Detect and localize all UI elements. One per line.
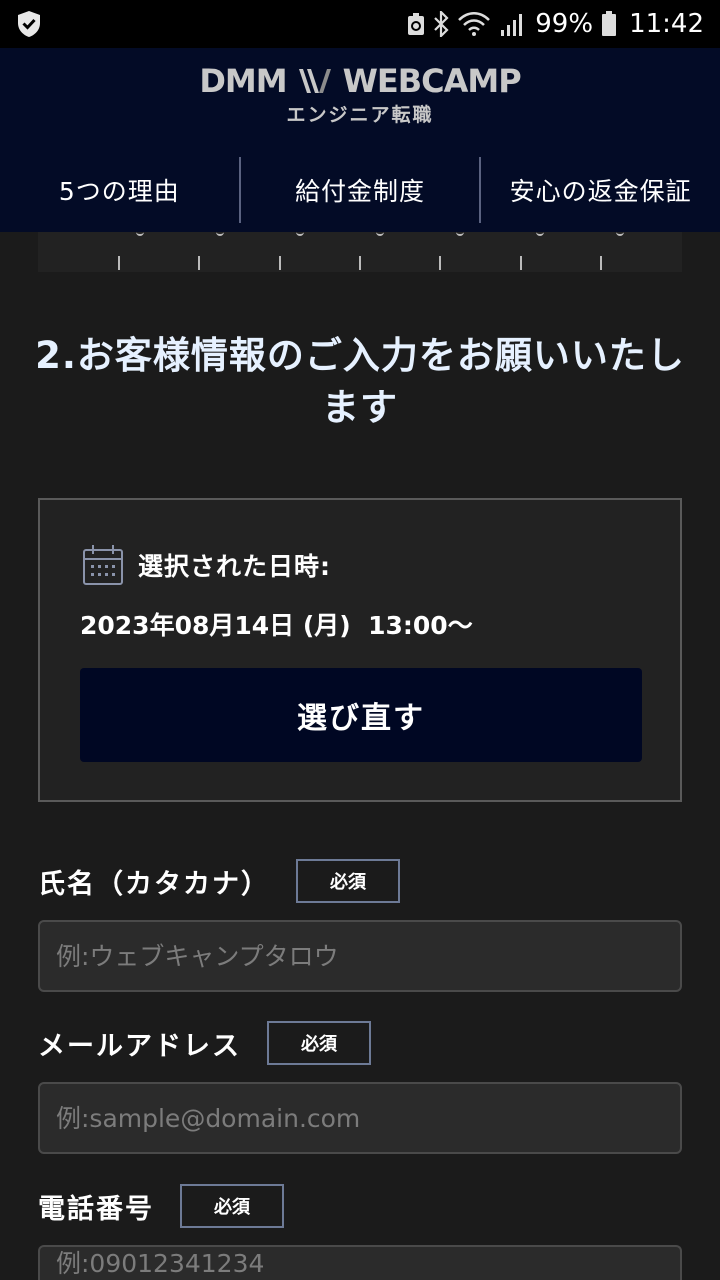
tab-reasons[interactable]: 5つの理由: [0, 157, 239, 223]
status-bar: 99% 11:42: [0, 0, 720, 48]
divider: [198, 256, 200, 270]
selected-datetime-label: 選択された日時:: [138, 552, 331, 581]
battery-icon: [602, 11, 617, 36]
name-field-label-row: 氏名（カタカナ） 必須: [38, 859, 400, 903]
site-header: DMM WEBCAMP エンジニア転職: [0, 48, 720, 148]
required-badge: 必須: [296, 859, 400, 903]
divider: [136, 232, 144, 236]
wifi-icon: [458, 12, 491, 36]
phone-input[interactable]: [38, 1245, 682, 1280]
selected-datetime-box: 選択された日時: 2023年08月14日 (月) 13:00〜 選び直す: [38, 498, 682, 802]
divider: [616, 232, 624, 236]
tab-nav: 5つの理由 給付金制度 安心の返金保証: [0, 148, 720, 232]
reselect-button[interactable]: 選び直す: [80, 668, 642, 762]
divider: [456, 232, 464, 236]
clock: 11:42: [629, 9, 704, 39]
email-field-label-row: メールアドレス 必須: [38, 1021, 371, 1065]
divider: [359, 256, 361, 270]
tab-subsidy[interactable]: 給付金制度: [241, 157, 480, 223]
calendar-remnant: [38, 232, 682, 272]
required-badge: 必須: [180, 1184, 284, 1228]
phone-field-label: 電話番号: [38, 1193, 154, 1225]
required-badge: 必須: [267, 1021, 371, 1065]
section-title: 2.お客様情報のご入力をお願いいたします: [35, 334, 685, 429]
signal-icon: [501, 14, 523, 36]
calendar-icon: [83, 545, 123, 585]
name-kana-input[interactable]: [38, 920, 682, 992]
divider: [118, 256, 120, 270]
status-icons: 99% 11:42: [407, 0, 704, 48]
email-field-label: メールアドレス: [38, 1030, 241, 1062]
logo-mark-icon: [298, 69, 331, 93]
bluetooth-icon: [434, 11, 449, 37]
divider: [296, 232, 304, 236]
logo[interactable]: DMM WEBCAMP エンジニア転職: [0, 62, 720, 127]
name-field-label: 氏名（カタカナ）: [38, 868, 270, 900]
divider: [376, 232, 384, 236]
divider: [279, 256, 281, 270]
selected-datetime-value: 2023年08月14日 (月) 13:00〜: [80, 611, 473, 640]
divider: [536, 232, 544, 236]
tab-refund-guarantee[interactable]: 安心の返金保証: [481, 157, 720, 223]
email-input[interactable]: [38, 1082, 682, 1154]
phone-field-label-row: 電話番号 必須: [38, 1184, 284, 1228]
recycle-icon: [408, 13, 425, 35]
logo-brand-prefix: DMM: [199, 62, 287, 100]
logo-brand: WEBCAMP: [342, 62, 522, 100]
divider: [520, 256, 522, 270]
divider: [216, 232, 224, 236]
divider: [439, 256, 441, 270]
divider: [600, 256, 602, 270]
shield-check-icon: [18, 11, 40, 37]
logo-subtitle: エンジニア転職: [286, 104, 434, 126]
battery-percent: 99%: [535, 9, 594, 39]
